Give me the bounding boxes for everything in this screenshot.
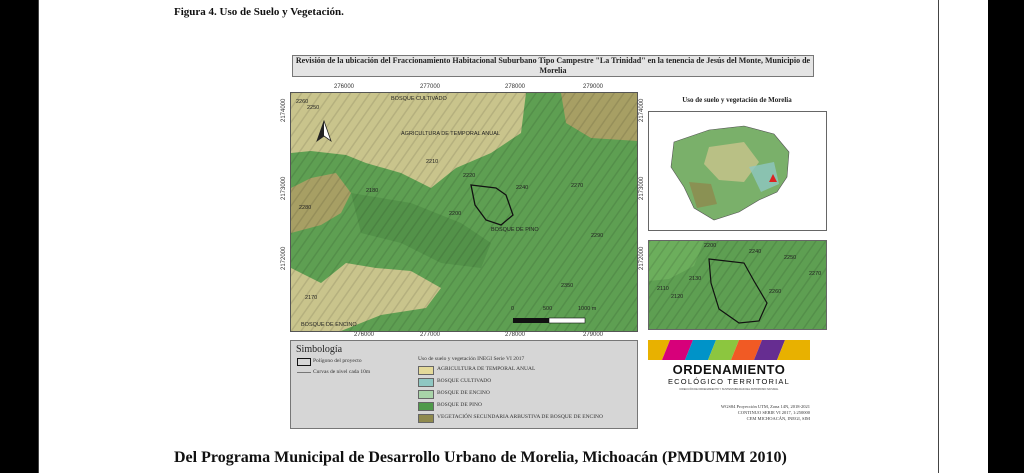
coord-y-left-2: 2173000 bbox=[281, 176, 287, 200]
map-credits: WGS84 Proyección UTM, Zona 14N, 2018-202… bbox=[640, 404, 810, 422]
map-title: Revisión de la ubicación del Fraccionami… bbox=[292, 55, 814, 77]
figure-title: Figura 4. Uso de Suelo y Vegetación. bbox=[174, 6, 344, 18]
inset-detail-canvas bbox=[649, 241, 826, 329]
curve-line-swatch bbox=[297, 372, 311, 373]
hillshade bbox=[291, 93, 637, 331]
legend-swatch bbox=[418, 402, 434, 411]
scale-end: 1000 m bbox=[578, 306, 597, 312]
legend-item-label: AGRICULTURA DE TEMPORAL ANUAL bbox=[437, 366, 536, 372]
source-caption: Del Programa Municipal de Desarrollo Urb… bbox=[174, 449, 787, 466]
inset-morelia-canvas bbox=[670, 125, 790, 221]
contour-label: 2240 bbox=[516, 185, 529, 191]
contour-label: 2240 bbox=[749, 249, 762, 255]
coord-x-top-2: 277000 bbox=[420, 84, 441, 90]
main-map[interactable]: BOSQUE CULTIVADO AGRICULTURA DE TEMPORAL… bbox=[290, 92, 638, 332]
coord-x-top-3: 278000 bbox=[505, 84, 526, 90]
coord-x-bottom-1: 276000 bbox=[354, 332, 375, 338]
contour-label: 2250 bbox=[307, 105, 320, 111]
label-bosque-encino: BOSQUE DE ENCINO bbox=[301, 322, 357, 328]
legend-title: Simbología bbox=[296, 344, 343, 355]
coord-x-bottom-4: 279000 bbox=[583, 332, 604, 338]
coord-x-bottom-3: 278000 bbox=[505, 332, 526, 338]
contour-label: 2280 bbox=[299, 205, 312, 211]
contour-label: 2210 bbox=[426, 159, 439, 165]
contour-label: 2110 bbox=[657, 286, 669, 292]
legend-swatch bbox=[418, 366, 434, 375]
contour-label: 2130 bbox=[689, 276, 702, 282]
label-agricultura: AGRICULTURA DE TEMPORAL ANUAL bbox=[401, 131, 500, 137]
logo-subtitle: ECOLÓGICO TERRITORIAL bbox=[667, 377, 791, 386]
scale-mid: 500 bbox=[543, 306, 553, 312]
legend-heading: Uso de suelo y vegetación INEGI Serie VI… bbox=[418, 356, 525, 362]
contour-label: 2170 bbox=[305, 295, 318, 301]
page-left-border bbox=[38, 0, 39, 473]
inset-detail-map[interactable]: 2200 2240 2250 2270 2110 2120 2260 2130 bbox=[648, 240, 827, 330]
contour-label: 2120 bbox=[671, 294, 684, 300]
logo-fine-print: DIRECCIÓN DE ORDENAMIENTO Y SUSTENTABILI… bbox=[679, 388, 779, 391]
legend-curves-label: Curvas de nivel cada 10m bbox=[313, 369, 371, 375]
coord-y-right-2: 2173000 bbox=[639, 176, 645, 200]
inset-title: Uso de suelo y vegetación de Morelia bbox=[682, 96, 792, 104]
credit-line: CEM MICHOACÁN, INEGI, SIM bbox=[746, 416, 810, 421]
contour-label: 2350 bbox=[561, 283, 574, 289]
contour-label: 2260 bbox=[769, 289, 782, 295]
coord-y-left-1: 2174000 bbox=[281, 98, 287, 122]
contour-label: 2270 bbox=[809, 271, 822, 277]
legend-item-label: BOSQUE DE PINO bbox=[437, 402, 482, 408]
label-bosque-pino: BOSQUE DE PINO bbox=[491, 227, 539, 233]
logo-title: ORDENAMIENTO bbox=[672, 362, 786, 377]
coord-x-bottom-2: 277000 bbox=[420, 332, 441, 338]
scale-bar bbox=[513, 317, 586, 324]
contour-label: 2250 bbox=[784, 255, 797, 261]
contour-label: 2290 bbox=[591, 233, 604, 239]
detail-hillshade bbox=[649, 241, 826, 329]
coord-y-right-1: 2174000 bbox=[639, 98, 645, 122]
inset-morelia-map[interactable] bbox=[648, 111, 827, 231]
coord-y-right-3: 2172000 bbox=[639, 246, 645, 270]
legend-swatch bbox=[418, 378, 434, 387]
contour-label: 2220 bbox=[463, 173, 476, 179]
coord-x-top-4: 279000 bbox=[583, 84, 604, 90]
legend-item-label: BOSQUE DE ENCINO bbox=[437, 390, 490, 396]
contour-label: 2200 bbox=[449, 211, 462, 217]
label-bosque-cultivado: BOSQUE CULTIVADO bbox=[391, 96, 447, 102]
legend-swatch bbox=[418, 390, 434, 399]
contour-label: 2200 bbox=[704, 243, 717, 249]
legend-panel: Simbología Polígono del proyecto Curvas … bbox=[290, 340, 638, 429]
legend-polygon-label: Polígono del proyecto bbox=[313, 358, 362, 364]
page-right-border bbox=[938, 0, 939, 473]
contour-label: 2270 bbox=[571, 183, 584, 189]
legend-swatch bbox=[418, 414, 434, 423]
coord-y-left-3: 2172000 bbox=[281, 246, 287, 270]
contour-label: 2180 bbox=[366, 188, 379, 194]
main-map-canvas bbox=[291, 93, 637, 331]
coord-x-top-1: 276000 bbox=[334, 84, 355, 90]
scale-zero: 0 bbox=[511, 306, 515, 312]
legend-item-label: VEGETACIÓN SECUNDARIA ARBUSTIVA DE BOSQU… bbox=[437, 414, 603, 420]
polygon-swatch bbox=[297, 358, 311, 366]
legend-item-label: BOSQUE CULTIVADO bbox=[437, 378, 492, 384]
